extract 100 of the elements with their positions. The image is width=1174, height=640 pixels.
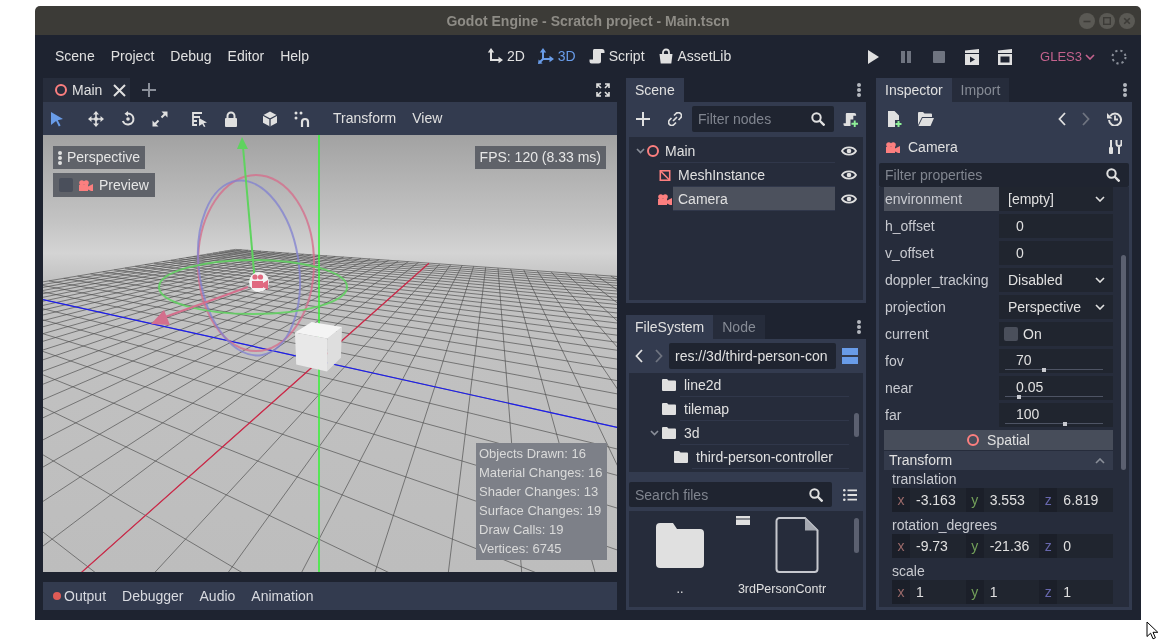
filter-field[interactable]: Filter properties [879, 163, 1129, 187]
rotation-gizmo[interactable] [151, 137, 348, 357]
folder-open-icon[interactable] [918, 112, 934, 126]
renderer-dropdown[interactable]: GLES3 [1040, 48, 1095, 65]
property-label[interactable]: h_offset [884, 214, 999, 238]
eye-icon[interactable] [841, 169, 857, 181]
number-field[interactable]: 0 [1057, 534, 1113, 558]
tools-icon[interactable] [1108, 140, 1122, 154]
slider-track[interactable] [1005, 422, 1103, 426]
camera-icon[interactable] [249, 272, 269, 292]
slider-value[interactable]: 100 [1005, 406, 1103, 422]
group-header[interactable]: Transform [884, 451, 1113, 470]
property-label[interactable]: projection [884, 295, 999, 319]
slider-thumb[interactable] [1017, 395, 1022, 399]
eye-icon[interactable] [841, 193, 857, 205]
arrow-cursor-icon[interactable] [49, 110, 65, 127]
folder-item[interactable]: third-person-controller [692, 445, 849, 469]
slider-value[interactable]: 0.05 [1005, 379, 1103, 395]
slider-value[interactable]: 70 [1005, 352, 1103, 368]
workspace-tab[interactable]: 3D [533, 44, 580, 69]
filter-field[interactable]: Filter nodes [692, 106, 834, 132]
property-label[interactable]: v_offset [884, 241, 999, 265]
editor-tab[interactable]: Main [43, 78, 131, 102]
slider-thumb[interactable] [1063, 422, 1068, 426]
number-field[interactable]: 1 [1057, 580, 1113, 604]
file-name[interactable]: .. [676, 582, 684, 596]
dock-tab[interactable]: Node [713, 315, 765, 339]
workspace-tab[interactable]: Script [584, 44, 649, 69]
menu-item[interactable]: Scene [47, 44, 103, 69]
eye-icon[interactable] [841, 145, 857, 157]
list-pointer-icon[interactable] [191, 110, 207, 127]
bottom-panel-tab[interactable]: Debugger [114, 582, 192, 610]
scrollbar[interactable] [1121, 255, 1126, 470]
slider-thumb[interactable] [1041, 368, 1046, 372]
script-add-icon[interactable] [843, 111, 858, 127]
dock-tab[interactable]: Scene [626, 78, 684, 102]
tree-item[interactable]: Main [660, 139, 835, 163]
lock-icon[interactable] [223, 110, 239, 127]
search-field[interactable]: Search files [629, 482, 832, 507]
property-dropdown[interactable]: Disabled [999, 268, 1113, 292]
property-label[interactable]: far [884, 403, 999, 427]
new-file-icon[interactable] [886, 111, 902, 127]
folder-item[interactable]: 3d [680, 421, 849, 445]
magnet-icon[interactable] [294, 110, 310, 127]
checkbox[interactable] [1004, 327, 1018, 341]
number-field[interactable]: 6.819 [1057, 488, 1113, 512]
path-field[interactable]: res://3d/third-person-con [669, 343, 836, 369]
clapper-play-icon[interactable] [964, 48, 981, 65]
vertical-dots-icon[interactable] [857, 83, 861, 97]
workspace-tab[interactable]: AssetLib [653, 44, 736, 69]
split-view-icon[interactable] [842, 348, 858, 364]
history-icon[interactable] [1107, 112, 1122, 126]
toolbar-menu[interactable]: View [404, 106, 451, 131]
menu-item[interactable]: Debug [162, 44, 220, 69]
scrollbar[interactable] [854, 413, 859, 437]
bottom-panel-tab[interactable]: Output [45, 582, 115, 610]
number-field[interactable]: 3.553 [983, 488, 1040, 512]
property-label[interactable]: environment [884, 187, 999, 211]
toolbar-menu[interactable]: Transform [325, 106, 405, 131]
file-name[interactable]: 3rdPersonContr [737, 582, 827, 596]
property-label[interactable]: current [884, 322, 999, 346]
number-field[interactable]: 0 [999, 214, 1113, 238]
bottom-panel-tab[interactable]: Animation [243, 582, 322, 610]
chevron-left-icon[interactable] [1058, 112, 1066, 126]
menu-item[interactable]: Editor [219, 44, 273, 69]
clapper-icon[interactable] [997, 48, 1014, 65]
dock-tab[interactable]: Inspector [876, 78, 952, 102]
dock-tab[interactable]: FileSystem [626, 315, 714, 339]
link-icon[interactable] [668, 112, 682, 126]
menu-item[interactable]: Help [272, 44, 317, 69]
property-label[interactable]: near [884, 376, 999, 400]
number-field[interactable]: -21.36 [983, 534, 1040, 558]
chevron-left-icon[interactable] [635, 349, 643, 363]
close-icon[interactable] [113, 83, 127, 97]
folder-item[interactable]: line2d [680, 373, 849, 397]
view-menu-button[interactable]: Perspective [53, 146, 146, 169]
slider-track[interactable] [1005, 395, 1103, 399]
menu-item[interactable]: Project [102, 44, 163, 69]
tree-item[interactable]: Camera [673, 187, 835, 211]
number-field[interactable]: -3.163 [910, 488, 966, 512]
fullscreen-icon[interactable] [596, 83, 610, 97]
scale-arrows-icon[interactable] [152, 110, 168, 127]
number-field[interactable]: 1 [910, 580, 966, 604]
cube-icon[interactable] [262, 110, 278, 127]
scrollbar[interactable] [854, 518, 859, 553]
vertical-dots-icon[interactable] [857, 320, 861, 334]
number-field[interactable]: 0 [999, 241, 1113, 265]
dock-tab[interactable]: Import [951, 78, 1010, 102]
property-dropdown[interactable]: [empty] [999, 187, 1113, 211]
preview-toggle[interactable]: Preview [53, 173, 155, 197]
bottom-panel-tab[interactable]: Audio [191, 582, 244, 610]
number-field[interactable]: 1 [983, 580, 1040, 604]
folder-item[interactable]: tilemap [680, 397, 849, 421]
list-view-icon[interactable] [843, 488, 857, 501]
slider-track[interactable] [1005, 368, 1103, 372]
property-label[interactable]: fov [884, 349, 999, 373]
number-field[interactable]: -9.73 [910, 534, 966, 558]
property-label[interactable]: doppler_tracking [884, 268, 999, 292]
property-dropdown[interactable]: Perspective [999, 295, 1113, 319]
move-arrows-icon[interactable] [88, 110, 104, 127]
